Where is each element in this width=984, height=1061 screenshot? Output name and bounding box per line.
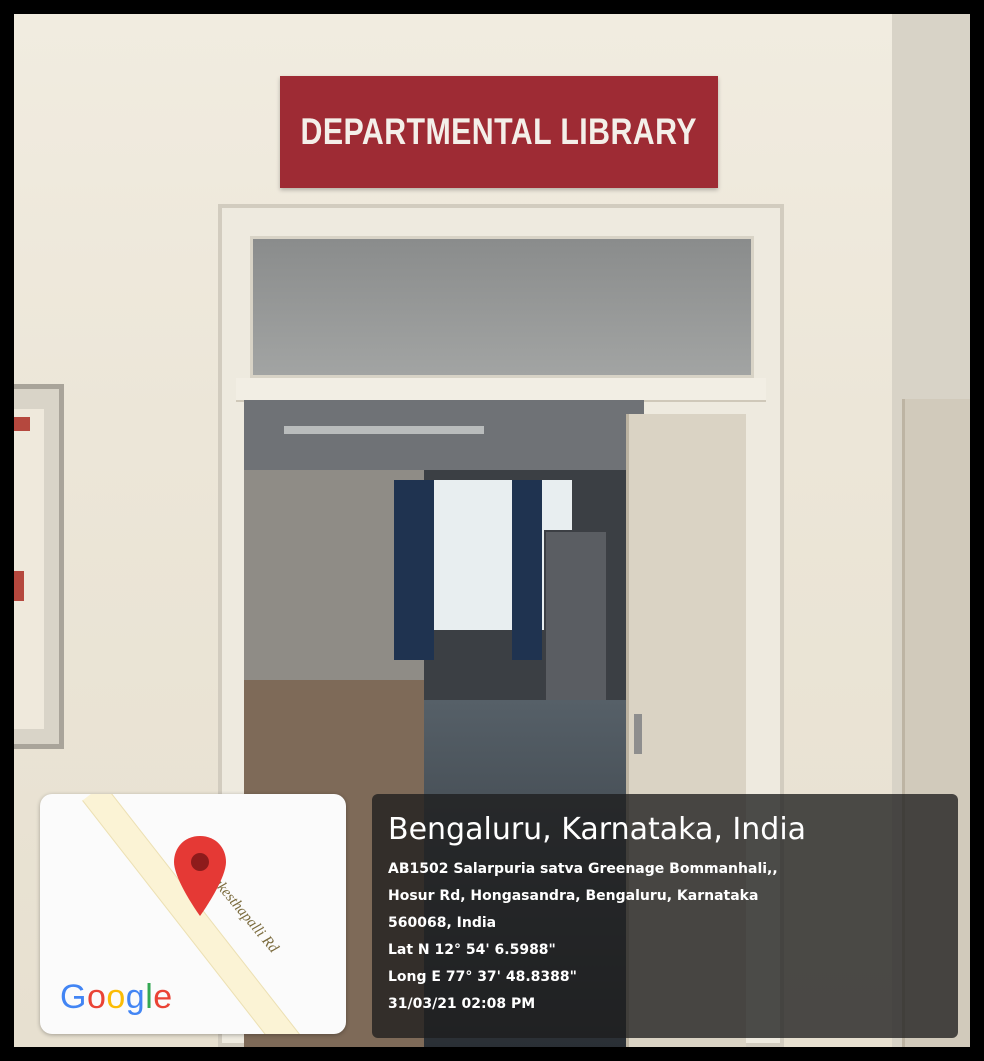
logo-letter: o <box>106 978 126 1016</box>
door-handle <box>634 714 642 754</box>
door-lintel <box>236 378 766 402</box>
room-ceiling <box>244 400 644 470</box>
curtain <box>512 480 542 660</box>
timestamp: 31/03/21 02:08 PM <box>388 996 536 1012</box>
logo-letter: e <box>153 978 173 1016</box>
address-line: AB1502 Salarpuria satva Greenage Bommanh… <box>388 861 778 877</box>
notice-board-panel <box>14 409 44 729</box>
logo-letter: o <box>86 978 107 1016</box>
notice-board <box>14 384 64 749</box>
curtain <box>394 480 434 660</box>
photo-frame: DEPARTMENTAL LIBRARY Chennakesthapalli R… <box>0 0 984 1061</box>
notice-board-marker <box>14 417 30 431</box>
map-card[interactable]: Chennakesthapalli Rd Google <box>40 794 346 1034</box>
address-line: 560068, India <box>388 915 497 931</box>
map-pin-icon <box>174 836 226 916</box>
location-city: Bengaluru, Karnataka, India <box>388 812 807 847</box>
google-logo: Google <box>60 978 173 1017</box>
logo-letter: g <box>125 978 146 1016</box>
notice-board-marker <box>14 571 24 601</box>
latitude: Lat N 12° 54' 6.5988" <box>388 942 556 958</box>
ceiling-light <box>284 426 484 434</box>
sign-text: DEPARTMENTAL LIBRARY <box>300 111 698 152</box>
longitude: Long E 77° 37' 48.8388" <box>388 969 577 985</box>
location-card: Bengaluru, Karnataka, India AB1502 Salar… <box>372 794 958 1038</box>
transom-window <box>250 236 754 378</box>
address-line: Hosur Rd, Hongasandra, Bengaluru, Karnat… <box>388 888 759 904</box>
library-sign: DEPARTMENTAL LIBRARY <box>280 76 718 188</box>
library-photo: DEPARTMENTAL LIBRARY Chennakesthapalli R… <box>14 14 970 1047</box>
logo-letter: G <box>60 978 87 1016</box>
